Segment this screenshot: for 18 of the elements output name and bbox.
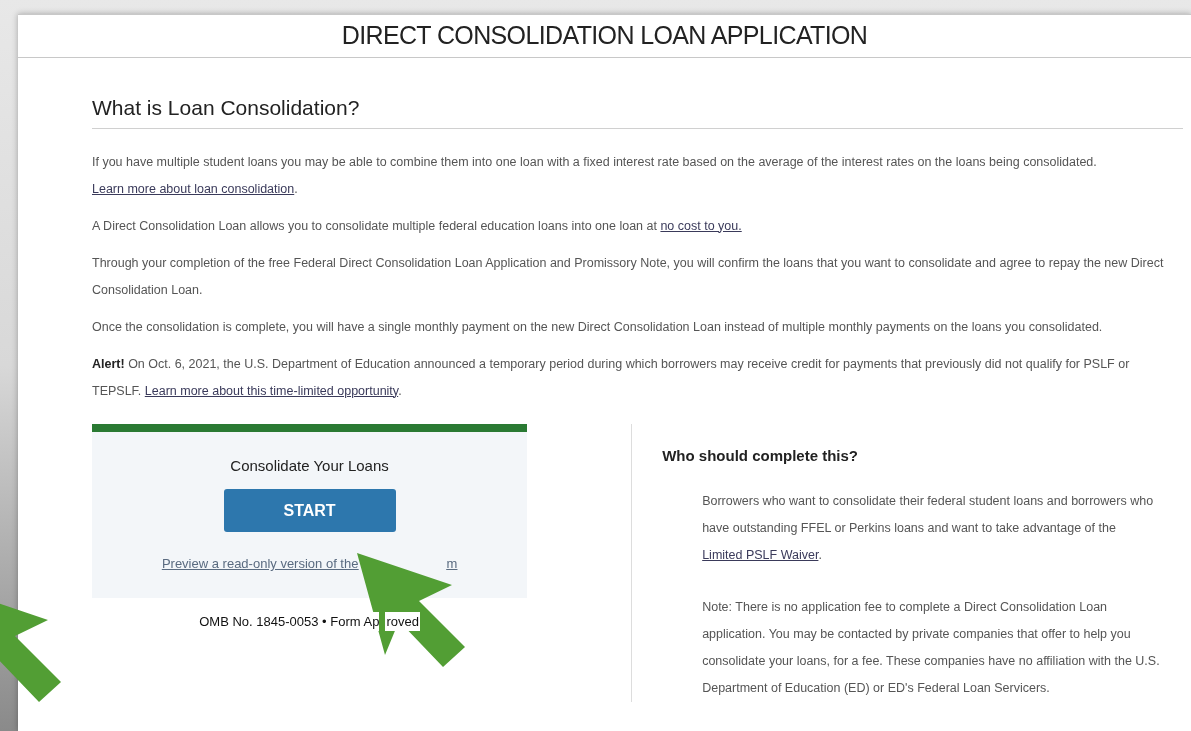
paragraph: Through your completion of the free Federal Direct Consolidation Loan Application and Promissory Note, you will confirm the loans that you want to consolidate and agree to repay the new Direct Consolidation Loan. [92, 254, 1165, 299]
paragraph: A Direct Consolidation Loan allows you to consolidate multiple federal education loans into one loan at no cost to you. [92, 217, 743, 235]
who-heading: Who should complete this? [662, 445, 859, 466]
text-link[interactable]: Limited PSLF Waiver [702, 548, 819, 562]
section-heading: What is Loan Consolidation? [92, 92, 1183, 129]
paragraph: Once the consolidation is complete, you will have a single monthly payment on the new Direct Consolidation Loan instead of multiple monthly payments on the loans you consolidated. [92, 318, 1104, 336]
paragraph: If you have multiple student loans you may be able to combine them into one loan with a fixed interest rate based on the average of the interest rates on the loans being consolidated. Learn more about loan consolidation. [92, 153, 1098, 198]
omb-number: roved [385, 611, 420, 631]
page-title: DIRECT CONSOLIDATION LOAN APPLICATION [341, 20, 868, 52]
paragraph: Borrowers who want to consolidate their federal student loans and borrowers who have outstanding FFEL or Perkins loans and want to take advantage of the Limited PSLF Waiver. [702, 493, 1155, 564]
paragraph: Alert! On Oct. 6, 2021, the U.S. Department of Education announced a temporary period during which borrowers may receive credit for payments that previously did not qualify for PSLF or TEPSLF. Learn more about this time-limited opportunity. [92, 355, 1131, 400]
text-link[interactable]: no cost to you. [660, 218, 742, 233]
card-title: Consolidate Your Loans [230, 455, 389, 476]
omb-number: OMB No. 1845-0053 • Form Ap [199, 611, 380, 631]
preview-link[interactable]: m [446, 554, 458, 574]
paragraph: Note: There is no application fee to complete a Direct Consolidation Loan application. You may be contacted by private companies that offer to help you consolidate your loans, for a fee. These companies have no affiliation with the U.S. Department of Education (ED) or ED's Federal Loan Servicers. [702, 599, 1161, 697]
preview-link[interactable]: Preview a read-only version of the [161, 554, 359, 574]
start-button[interactable]: START [223, 489, 396, 532]
